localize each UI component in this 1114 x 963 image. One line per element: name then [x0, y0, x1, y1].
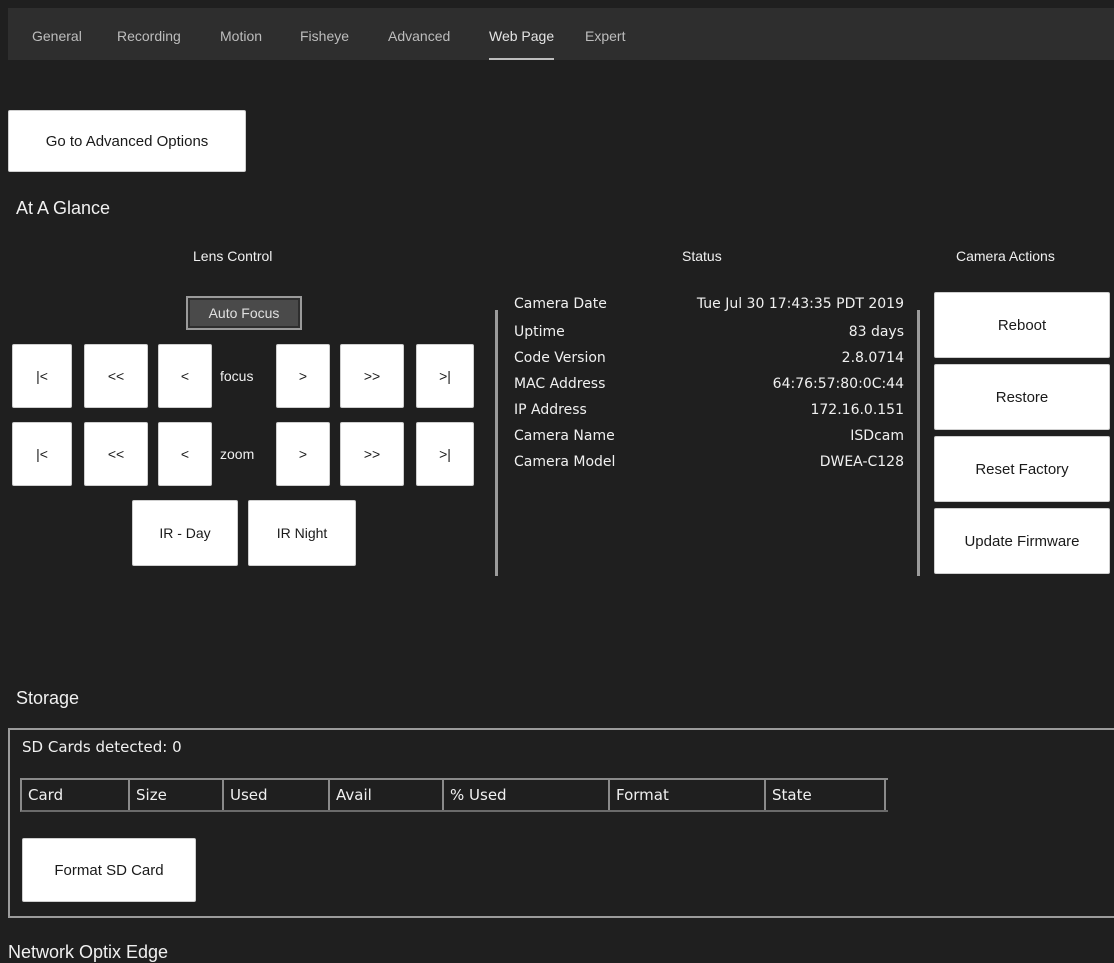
tab-motion[interactable]: Motion — [220, 8, 262, 60]
go-to-advanced-options-button[interactable]: Go to Advanced Options — [8, 110, 246, 172]
tab-general[interactable]: General — [32, 8, 82, 60]
column-header-avail: Avail — [330, 780, 444, 810]
status-value-ip-address: 172.16.0.151 — [810, 402, 904, 418]
focus-fast-forward-button[interactable]: >> — [340, 344, 404, 408]
zoom-fast-back-button[interactable]: << — [84, 422, 148, 486]
ir-night-button[interactable]: IR Night — [248, 500, 356, 566]
top-nav: General Recording Motion Fisheye Advance… — [8, 8, 1114, 60]
column-header-size: Size — [130, 780, 224, 810]
focus-fast-back-button[interactable]: << — [84, 344, 148, 408]
zoom-last-button[interactable]: >| — [416, 422, 474, 486]
status-value-uptime: 83 days — [848, 324, 904, 340]
focus-label: focus — [220, 368, 254, 384]
tab-advanced[interactable]: Advanced — [388, 8, 450, 60]
zoom-fast-forward-button[interactable]: >> — [340, 422, 404, 486]
column-header-used: Used — [224, 780, 330, 810]
column-header-format: Format — [610, 780, 766, 810]
zoom-back-button[interactable]: < — [158, 422, 212, 486]
focus-last-button[interactable]: >| — [416, 344, 474, 408]
status-left-divider — [495, 310, 498, 576]
column-header-card: Card — [22, 780, 130, 810]
status-key-ip-address: IP Address — [514, 402, 587, 418]
sd-cards-detected-text: SD Cards detected: 0 — [22, 738, 182, 756]
tab-recording[interactable]: Recording — [117, 8, 181, 60]
sd-card-table-header: Card Size Used Avail % Used Format State — [20, 778, 888, 812]
focus-back-button[interactable]: < — [158, 344, 212, 408]
format-sd-card-button[interactable]: Format SD Card — [22, 838, 196, 902]
status-value-camera-model: DWEA-C128 — [819, 454, 904, 470]
restore-button[interactable]: Restore — [934, 364, 1110, 430]
focus-first-button[interactable]: |< — [12, 344, 72, 408]
ir-day-button[interactable]: IR - Day — [132, 500, 238, 566]
status-key-mac-address: MAC Address — [514, 376, 606, 392]
zoom-forward-button[interactable]: > — [276, 422, 330, 486]
status-value-mac-address: 64:76:57:80:0C:44 — [772, 376, 904, 392]
tab-fisheye[interactable]: Fisheye — [300, 8, 349, 60]
zoom-label: zoom — [220, 446, 255, 462]
status-value-camera-date: Tue Jul 30 17:43:35 PDT 2019 — [696, 296, 904, 312]
status-value-camera-name: ISDcam — [850, 428, 904, 444]
status-right-divider — [917, 310, 920, 576]
tab-expert[interactable]: Expert — [585, 8, 625, 60]
status-key-camera-name: Camera Name — [514, 428, 615, 444]
focus-forward-button[interactable]: > — [276, 344, 330, 408]
auto-focus-button[interactable]: Auto Focus — [186, 296, 302, 330]
reset-factory-button[interactable]: Reset Factory — [934, 436, 1110, 502]
status-key-camera-model: Camera Model — [514, 454, 616, 470]
update-firmware-button[interactable]: Update Firmware — [934, 508, 1110, 574]
at-a-glance-title: At A Glance — [16, 198, 111, 218]
status-key-uptime: Uptime — [514, 324, 565, 340]
lens-control-heading: Lens Control — [193, 248, 273, 264]
status-key-code-version: Code Version — [514, 350, 606, 366]
column-header-state: State — [766, 780, 886, 810]
storage-title: Storage — [16, 688, 80, 708]
camera-actions-heading: Camera Actions — [956, 248, 1055, 264]
zoom-first-button[interactable]: |< — [12, 422, 72, 486]
tab-web-page[interactable]: Web Page — [489, 8, 555, 60]
status-heading: Status — [682, 248, 722, 264]
reboot-button[interactable]: Reboot — [934, 292, 1110, 358]
status-value-code-version: 2.8.0714 — [841, 350, 904, 366]
column-header-percent-used: % Used — [444, 780, 610, 810]
status-key-camera-date: Camera Date — [514, 296, 607, 312]
